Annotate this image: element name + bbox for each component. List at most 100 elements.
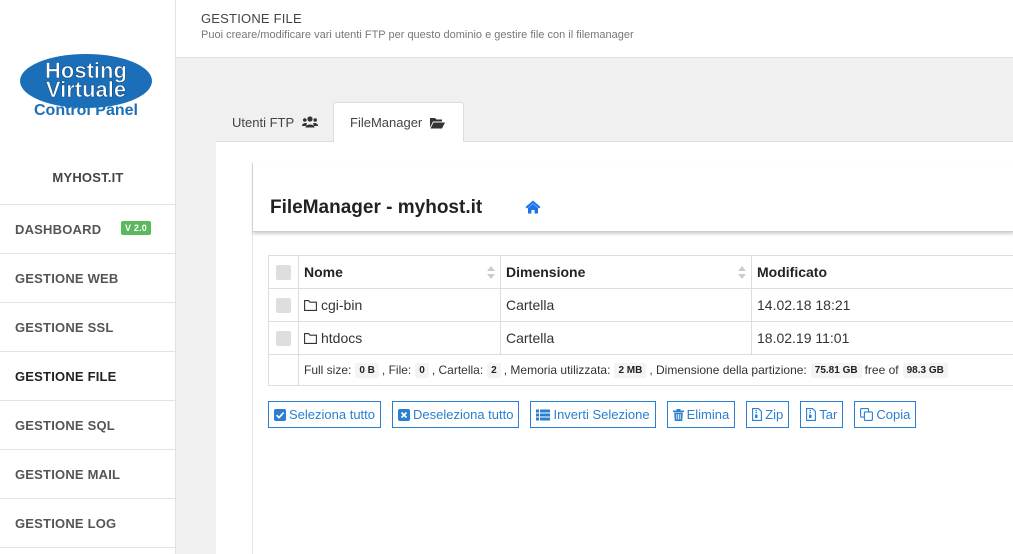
file-size-cell: Cartella bbox=[501, 322, 752, 354]
home-icon[interactable] bbox=[525, 200, 541, 214]
sidebar-item-gestione-log[interactable]: GESTIONE LOG bbox=[0, 499, 176, 548]
tar-label: Tar bbox=[819, 407, 838, 422]
table-header-row: Nome Dimensione Modificato bbox=[269, 256, 1013, 289]
partition-value: 75.81 GB bbox=[810, 362, 862, 378]
filemanager-title: FileManager - myhost.it bbox=[270, 197, 483, 218]
select-all-cell bbox=[269, 256, 299, 288]
x-square-icon bbox=[398, 408, 411, 421]
zip-label: Zip bbox=[765, 407, 784, 422]
partition-label: , Dimensione della partizione: bbox=[649, 363, 807, 377]
select-all-label: Seleziona tutto bbox=[289, 407, 376, 422]
tar-button[interactable]: Tar bbox=[800, 401, 844, 428]
file-count-value: 0 bbox=[415, 362, 429, 378]
sort-icon bbox=[487, 266, 495, 279]
folder-count-value: 2 bbox=[487, 362, 501, 378]
tab-filemanager[interactable]: FileManager bbox=[333, 102, 464, 142]
footer-spacer-cell bbox=[269, 355, 299, 385]
invert-selection-button[interactable]: Inverti Selezione bbox=[530, 401, 656, 428]
memory-value: 2 MB bbox=[614, 362, 647, 378]
copy-label: Copia bbox=[876, 407, 911, 422]
table-footer-row: Full size: 0 B , File: 0 , Cartella: 2 ,… bbox=[269, 355, 1013, 386]
column-header-dimensione[interactable]: Dimensione bbox=[501, 256, 752, 288]
file-table: Nome Dimensione Modificato cgi-bin Carte… bbox=[268, 255, 1013, 386]
column-header-label: Dimensione bbox=[506, 264, 586, 280]
select-all-checkbox[interactable] bbox=[276, 264, 291, 280]
file-count-label: , File: bbox=[381, 363, 412, 377]
deselect-all-button[interactable]: Deseleziona tutto bbox=[392, 401, 520, 428]
sidebar-item-dashboard[interactable]: DASHBOARD V 2.0 bbox=[0, 205, 176, 254]
file-size-cell: Cartella bbox=[501, 289, 752, 321]
file-modified: 18.02.19 11:01 bbox=[757, 330, 850, 346]
list-icon bbox=[536, 409, 551, 420]
total-value: 98.3 GB bbox=[902, 362, 948, 378]
tab-content: FileManager - myhost.it Nome Dimensione bbox=[216, 141, 1013, 554]
sidebar-item-gestione-mail[interactable]: GESTIONE MAIL bbox=[0, 450, 176, 499]
page-header: GESTIONE FILE Puoi creare/modificare var… bbox=[176, 0, 1013, 58]
select-all-button[interactable]: Seleziona tutto bbox=[268, 401, 382, 428]
logo-line2: Virtuale bbox=[46, 77, 126, 102]
full-size-label: Full size: bbox=[304, 363, 352, 377]
sidebar: Hosting Virtuale Control Panel MYHOST.IT… bbox=[0, 0, 176, 554]
filemanager-panel: FileManager - myhost.it Nome Dimensione bbox=[252, 162, 1013, 554]
sidebar-item-label: GESTIONE LOG bbox=[15, 515, 117, 531]
sidebar-nav: DASHBOARD V 2.0 GESTIONE WEB GESTIONE SS… bbox=[0, 205, 176, 548]
version-badge: V 2.0 bbox=[121, 221, 152, 235]
copy-icon bbox=[860, 408, 874, 421]
folder-open-icon bbox=[430, 117, 446, 128]
sidebar-item-gestione-sql[interactable]: GESTIONE SQL bbox=[0, 401, 176, 450]
file-name[interactable]: htdocs bbox=[321, 330, 362, 346]
tab-utenti-ftp[interactable]: Utenti FTP bbox=[232, 102, 319, 142]
file-name[interactable]: cgi-bin bbox=[321, 297, 362, 313]
folder-count-label: , Cartella: bbox=[431, 363, 484, 377]
users-icon bbox=[302, 116, 319, 128]
sidebar-item-label: GESTIONE FILE bbox=[15, 368, 117, 384]
sidebar-item-label: GESTIONE SSL bbox=[15, 319, 114, 335]
copy-button[interactable]: Copia bbox=[854, 401, 917, 428]
page-subtitle: Puoi creare/modificare vari utenti FTP p… bbox=[201, 29, 634, 41]
deselect-all-label: Deseleziona tutto bbox=[413, 407, 514, 422]
check-square-icon bbox=[274, 408, 286, 421]
row-checkbox[interactable] bbox=[276, 297, 291, 313]
file-name-cell[interactable]: htdocs bbox=[299, 322, 501, 354]
sidebar-item-gestione-ssl[interactable]: GESTIONE SSL bbox=[0, 303, 176, 352]
action-buttons: Seleziona tutto Deseleziona tutto Invert… bbox=[268, 401, 927, 428]
full-size-value: 0 B bbox=[355, 362, 379, 378]
folder-icon bbox=[304, 299, 317, 311]
sidebar-item-gestione-web[interactable]: GESTIONE WEB bbox=[0, 254, 176, 303]
page-title: GESTIONE FILE bbox=[201, 11, 302, 26]
archive-file-icon bbox=[806, 408, 817, 421]
row-checkbox-cell bbox=[269, 289, 299, 321]
file-modified: 14.02.18 18:21 bbox=[757, 297, 851, 313]
column-header-nome[interactable]: Nome bbox=[299, 256, 501, 288]
folder-icon bbox=[304, 332, 317, 344]
archive-file-icon bbox=[752, 408, 763, 421]
file-size: Cartella bbox=[506, 297, 555, 313]
row-checkbox[interactable] bbox=[276, 330, 291, 346]
column-header-modificato[interactable]: Modificato bbox=[752, 256, 1013, 288]
column-header-label: Nome bbox=[304, 264, 343, 280]
filemanager-header: FileManager - myhost.it bbox=[253, 162, 1013, 232]
sidebar-item-label: GESTIONE SQL bbox=[15, 417, 115, 433]
file-modified-cell: 14.02.18 18:21 bbox=[752, 289, 1013, 321]
memory-label: , Memoria utilizzata: bbox=[503, 363, 611, 377]
tab-label: FileManager bbox=[350, 115, 423, 130]
table-row[interactable]: htdocs Cartella 18.02.19 11:01 bbox=[269, 322, 1013, 355]
row-checkbox-cell bbox=[269, 322, 299, 354]
sidebar-item-gestione-file[interactable]: GESTIONE FILE bbox=[0, 352, 176, 401]
file-name-cell[interactable]: cgi-bin bbox=[299, 289, 501, 321]
delete-label: Elimina bbox=[686, 407, 730, 422]
logo-line3: Control Panel bbox=[34, 102, 138, 119]
free-of-label: free of bbox=[864, 363, 899, 377]
column-header-label: Modificato bbox=[757, 264, 827, 280]
sidebar-item-label: GESTIONE MAIL bbox=[15, 466, 121, 482]
hosting-virtuale-logo[interactable]: Hosting Virtuale Control Panel bbox=[18, 53, 154, 119]
zip-button[interactable]: Zip bbox=[746, 401, 790, 428]
trash-icon bbox=[672, 408, 684, 421]
table-row[interactable]: cgi-bin Cartella 14.02.18 18:21 bbox=[269, 289, 1013, 322]
file-size: Cartella bbox=[506, 330, 555, 346]
tab-label: Utenti FTP bbox=[232, 114, 295, 130]
sidebar-item-label: GESTIONE WEB bbox=[15, 270, 119, 286]
delete-button[interactable]: Elimina bbox=[666, 401, 736, 428]
storage-stats: Full size: 0 B , File: 0 , Cartella: 2 ,… bbox=[299, 355, 951, 385]
file-modified-cell: 18.02.19 11:01 bbox=[752, 322, 1013, 354]
